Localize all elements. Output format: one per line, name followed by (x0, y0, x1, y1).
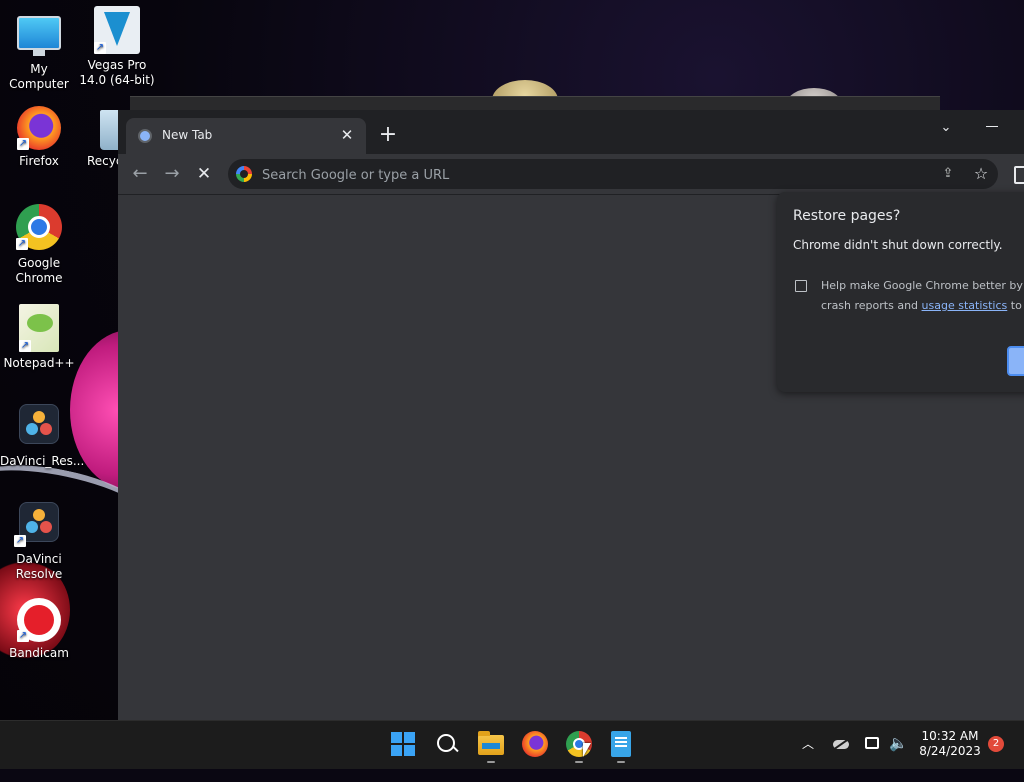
desktop-icon-recycle-bin[interactable]: Recyc (78, 110, 118, 169)
restore-pages-bubble: Restore pages? Chrome didn't shut down c… (777, 192, 1024, 392)
desktop-icon-label: My Computer (9, 62, 69, 91)
stop-loading-icon[interactable]: ✕ (192, 162, 216, 186)
help-improve-text: Help make Google Chrome better by s cras… (821, 276, 1024, 316)
omnibox[interactable]: ⇪ ☆ (228, 159, 998, 191)
side-panel-icon[interactable] (1014, 166, 1024, 184)
forward-arrow-icon[interactable]: → (160, 162, 184, 186)
restore-button[interactable] (1007, 346, 1024, 376)
shortcut-arrow-icon: ↗ (19, 340, 31, 352)
desktop-icon-label: Notepad++ (3, 356, 75, 370)
desktop-icon-label: Google Chrome (15, 256, 63, 285)
monitor-icon (17, 16, 61, 56)
running-indicator (617, 761, 625, 763)
taskbar: ︿ 🔈 10:32 AM 8/24/2023 2 (0, 720, 1024, 769)
help-improve-line1: Help make Google Chrome better by s (821, 279, 1024, 292)
volume-icon[interactable]: 🔈 (889, 734, 908, 782)
google-icon (236, 166, 252, 182)
shortcut-arrow-icon: ↗ (17, 630, 29, 642)
close-tab-icon[interactable]: ✕ (338, 126, 356, 144)
desktop-icon-label: DaVinci_Res... (0, 454, 85, 468)
clock-time: 10:32 AM (921, 729, 979, 743)
desktop-icon-label: Firefox (19, 154, 59, 168)
tab-search-chevron-icon[interactable]: ⌄ (936, 118, 956, 138)
clock-date: 8/24/2023 (919, 744, 981, 758)
address-bar-input[interactable] (260, 159, 904, 191)
bookmark-star-icon[interactable]: ☆ (972, 165, 990, 183)
running-indicator (575, 761, 583, 763)
taskbar-clock[interactable]: 10:32 AM 8/24/2023 (915, 729, 985, 759)
desktop-icon-label: Bandicam (9, 646, 69, 660)
tab-title: New Tab (162, 128, 213, 142)
davinci-resolve-icon: ↗ (14, 502, 59, 547)
desktop-icon-davinci-resolve-folder[interactable]: DaVinci_Res... (0, 404, 85, 469)
notification-badge[interactable]: 2 (988, 736, 1004, 752)
firefox-icon: ↗ (17, 106, 61, 150)
minimize-button[interactable] (984, 118, 1004, 138)
desktop-icon-notepad-plus-plus[interactable]: ↗ Notepad++ (0, 304, 78, 371)
shortcut-arrow-icon: ↗ (94, 42, 106, 54)
desktop-icon-bandicam[interactable]: ↗ Bandicam (0, 598, 78, 661)
usage-statistics-link[interactable]: usage statistics (922, 299, 1008, 312)
file-explorer-icon[interactable] (478, 731, 504, 755)
browser-toolbar: ← → ✕ ⇪ ☆ (118, 154, 1024, 195)
desktop-icon-label: Recyc (87, 154, 118, 168)
bandicam-icon: ↗ (17, 598, 61, 642)
shortcut-arrow-icon: ↗ (14, 535, 26, 547)
help-improve-checkbox[interactable] (795, 280, 807, 292)
shortcut-arrow-icon: ↗ (17, 138, 29, 150)
restore-bubble-message: Chrome didn't shut down correctly. (793, 238, 1003, 252)
notepad-plus-plus-icon: ↗ (19, 304, 59, 352)
davinci-resolve-icon (19, 404, 59, 444)
chrome-icon: ↗ (16, 204, 62, 250)
desktop-icon-davinci-resolve[interactable]: ↗ DaVinci Resolve (0, 502, 78, 582)
chrome-window: New Tab ✕ + ⌄ ← → ✕ ⇪ ☆ Restore pages? C… (118, 110, 1024, 720)
show-hidden-icons-chevron-icon[interactable]: ︿ (802, 735, 816, 751)
search-icon[interactable] (434, 731, 460, 757)
desktop-icon-my-computer[interactable]: My Computer (0, 8, 78, 92)
mouse-cursor-icon (583, 743, 591, 757)
network-icon[interactable] (865, 737, 879, 749)
vegas-pro-icon: ↗ (94, 6, 140, 54)
share-icon[interactable]: ⇪ (940, 166, 956, 182)
onedrive-offline-icon[interactable] (833, 737, 849, 749)
desktop-icon-google-chrome[interactable]: ↗ Google Chrome (0, 204, 78, 286)
back-arrow-icon[interactable]: ← (128, 162, 152, 186)
help-line2-suffix: to G (1010, 299, 1024, 312)
new-tab-button[interactable]: + (376, 124, 400, 148)
desktop-icon-firefox[interactable]: ↗ Firefox (0, 106, 78, 169)
desktop-icon-label: Vegas Pro 14.0 (64-bit) (79, 58, 155, 87)
tab-new-tab[interactable]: New Tab ✕ (126, 118, 366, 154)
firefox-icon[interactable] (522, 731, 548, 757)
tab-strip: New Tab ✕ + ⌄ (118, 110, 1024, 154)
help-line2-prefix: crash reports and (821, 299, 922, 312)
recycle-bin-icon (100, 110, 118, 150)
new-tab-favicon-icon (138, 129, 152, 143)
restore-bubble-title: Restore pages? (793, 208, 901, 224)
notepad-icon[interactable] (611, 731, 631, 757)
running-indicator (487, 761, 495, 763)
help-improve-line2: crash reports and usage statistics to G (821, 296, 1024, 316)
desktop-icon-vegas-pro[interactable]: ↗ Vegas Pro 14.0 (64-bit) (78, 6, 156, 88)
desktop-icon-label: DaVinci Resolve (15, 552, 63, 581)
shortcut-arrow-icon: ↗ (16, 238, 28, 250)
start-icon[interactable] (390, 731, 416, 757)
